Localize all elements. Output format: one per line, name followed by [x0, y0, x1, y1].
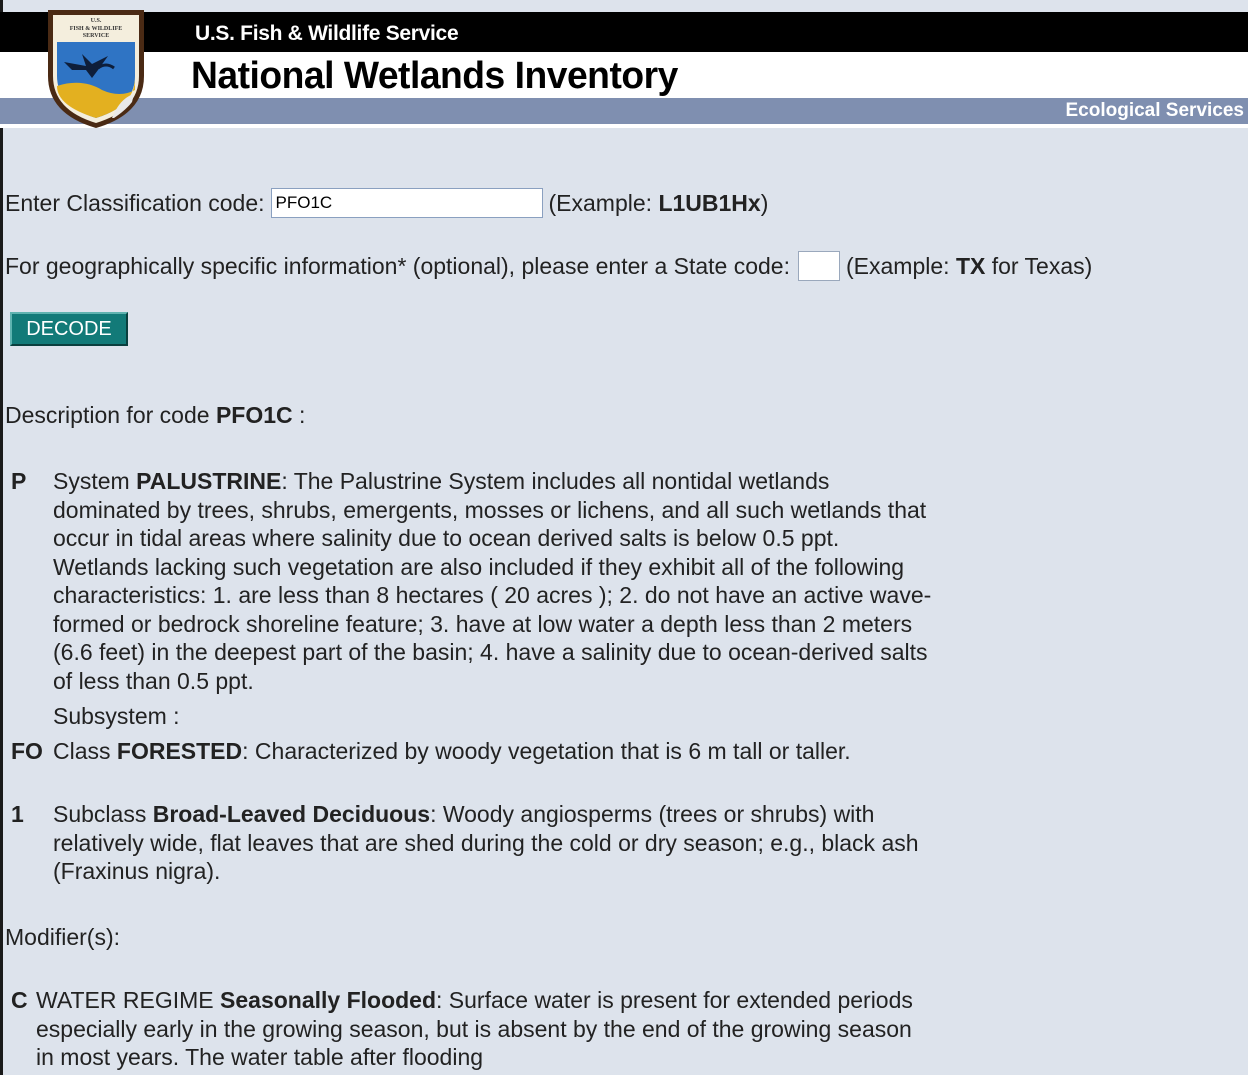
logo-text: U.S.	[91, 18, 102, 24]
classification-code-input[interactable]	[270, 188, 543, 218]
system-text: : The Palustrine System includes all non…	[53, 468, 932, 694]
description-prefix: Description for code	[5, 402, 210, 428]
subclass-code: 1	[11, 801, 24, 827]
svg-text:FISH & WILDLIFE: FISH & WILDLIFE	[70, 26, 123, 32]
class-code: FO	[11, 738, 43, 764]
state-code-row: For geographically specific information*…	[5, 251, 1092, 281]
system-prefix: System	[53, 468, 130, 494]
code-label: Enter Classification code:	[5, 189, 265, 216]
classification-code-row: Enter Classification code: (Example: L1U…	[5, 188, 768, 218]
system-description: System PALUSTRINE: The Palustrine System…	[53, 467, 933, 695]
agency-name: U.S. Fish & Wildlife Service	[195, 22, 459, 45]
state-code-input[interactable]	[798, 251, 840, 281]
class-text: : Characterized by woody vegetation that…	[242, 738, 851, 764]
state-example-prefix: (Example:	[846, 252, 950, 279]
class-description: Class FORESTED: Characterized by woody v…	[53, 737, 883, 766]
modifier-code: C	[11, 987, 28, 1013]
description-heading: Description for code PFO1C :	[5, 402, 305, 429]
decode-button[interactable]: DECODE	[10, 312, 128, 346]
description-suffix: :	[299, 402, 306, 428]
subclass-description: Subclass Broad-Leaved Deciduous: Woody a…	[53, 800, 923, 886]
system-name: PALUSTRINE	[136, 468, 282, 494]
header-black-band	[0, 12, 1248, 52]
fws-shield-logo-icon[interactable]: U.S. FISH & WILDLIFE SERVICE	[42, 6, 150, 130]
program-title: National Wetlands Inventory	[191, 55, 678, 97]
modifiers-label: Modifier(s):	[5, 924, 121, 950]
code-example-suffix: )	[760, 189, 769, 216]
header-blue-band	[0, 98, 1248, 124]
page-header: U.S. FISH & WILDLIFE SERVICE U.S. Fish &…	[0, 0, 1248, 135]
state-example-suffix: for Texas)	[991, 252, 1093, 279]
section-name[interactable]: Ecological Services	[1066, 100, 1245, 122]
class-name: FORESTED	[116, 738, 243, 764]
class-prefix: Class	[53, 738, 111, 764]
code-example-prefix: (Example:	[548, 189, 653, 216]
state-label: For geographically specific information*…	[5, 252, 790, 279]
system-code: P	[11, 468, 27, 494]
description-code: PFO1C	[215, 402, 293, 428]
subsystem-label: Subsystem :	[53, 703, 180, 729]
header-divider	[0, 124, 1248, 128]
svg-text:SERVICE: SERVICE	[83, 33, 109, 39]
subclass-name: Broad-Leaved Deciduous	[152, 801, 431, 827]
left-border	[0, 0, 3, 1075]
modifier-description: WATER REGIME Seasonally Flooded: Surface…	[36, 986, 916, 1072]
subclass-prefix: Subclass	[53, 801, 147, 827]
modifier-name: Seasonally Flooded	[220, 987, 437, 1013]
state-example: TX	[955, 252, 986, 279]
code-example: L1UB1Hx	[658, 189, 761, 216]
modifier-prefix: WATER REGIME	[36, 987, 214, 1013]
